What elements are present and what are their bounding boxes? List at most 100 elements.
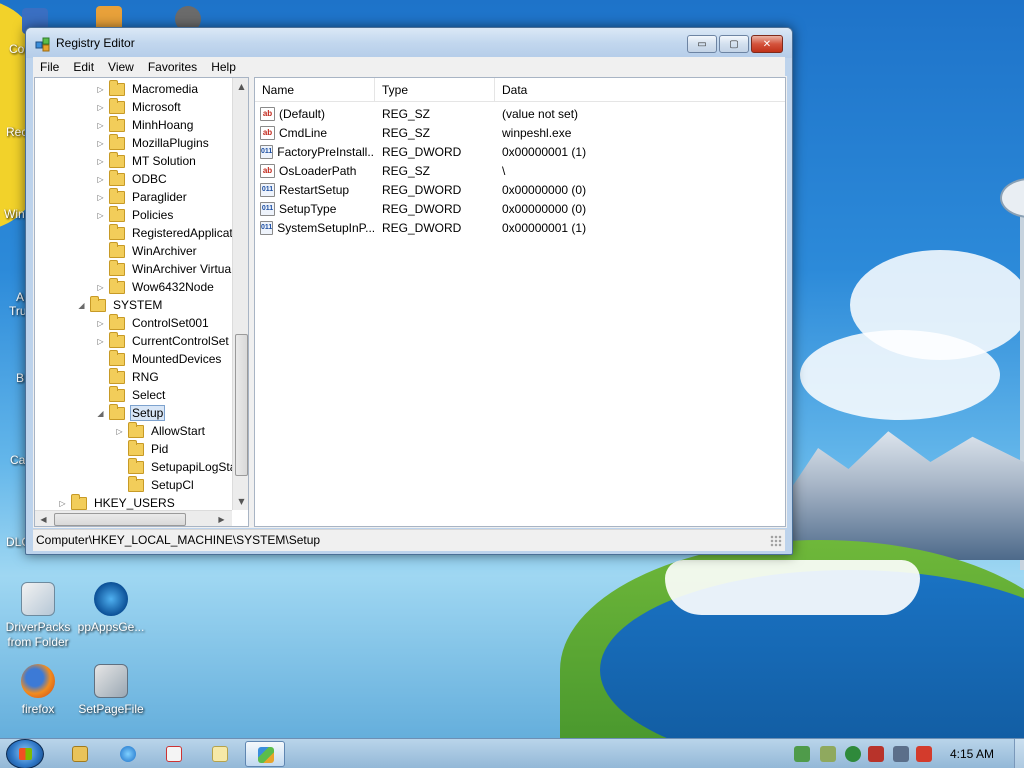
expand-icon[interactable]: ▷: [95, 282, 106, 293]
tree-item[interactable]: ▷ AllowStart: [114, 421, 207, 440]
menu-help[interactable]: Help: [204, 60, 243, 74]
windows-logo-icon: [19, 748, 32, 760]
value-name: CmdLine: [279, 125, 328, 140]
tree-item[interactable]: ▷ ControlSet001: [95, 313, 211, 332]
display-icon[interactable]: [893, 746, 909, 762]
expand-icon[interactable]: ▷: [95, 102, 106, 113]
expand-icon[interactable]: ▷: [95, 210, 106, 221]
expand-icon: [95, 372, 106, 383]
desktop-icon-ppapps[interactable]: ppAppsGe...: [73, 582, 149, 635]
expand-icon[interactable]: ▷: [95, 120, 106, 131]
tree-item[interactable]: WinArchiver: [95, 241, 199, 260]
scroll-up-icon[interactable]: ▲: [233, 78, 248, 95]
tree-item[interactable]: Select: [95, 385, 167, 404]
scroll-down-icon[interactable]: ▼: [233, 493, 248, 510]
tree-item[interactable]: Pid: [114, 439, 170, 458]
tree-horizontal-scrollbar[interactable]: ◀ ▶: [35, 510, 232, 526]
maximize-button[interactable]: ▢: [719, 35, 749, 53]
expand-icon: [114, 480, 125, 491]
tree-item[interactable]: ▷ MozillaPlugins: [95, 133, 211, 152]
maximize-icon: ▢: [729, 38, 739, 50]
value-type: REG_DWORD: [382, 144, 462, 159]
scroll-left-icon[interactable]: ◀: [35, 511, 52, 526]
taskbar-paint[interactable]: [154, 741, 194, 767]
media-player-icon[interactable]: [845, 746, 861, 762]
scroll-thumb[interactable]: [235, 334, 248, 476]
tree-vertical-scrollbar[interactable]: ▲ ▼: [232, 78, 248, 510]
expand-icon[interactable]: ▷: [95, 84, 106, 95]
value-name: SystemSetupInP...: [277, 220, 375, 235]
tree-item[interactable]: SetupapiLogSta: [114, 457, 238, 476]
tree-item[interactable]: RNG: [95, 367, 161, 386]
column-header-data[interactable]: Data: [495, 78, 785, 102]
tree-item[interactable]: ◢ SYSTEM: [76, 295, 164, 314]
collapse-icon[interactable]: ◢: [76, 300, 87, 311]
menu-file[interactable]: File: [33, 60, 66, 74]
value-name-cell: 011 SystemSetupInP...: [255, 220, 375, 235]
network-icon[interactable]: [794, 746, 810, 762]
value-row[interactable]: ab (Default) REG_SZ (value not set): [255, 104, 695, 123]
show-desktop-button[interactable]: [1014, 739, 1024, 768]
expand-icon[interactable]: ▷: [57, 498, 68, 509]
tray-app-icon[interactable]: [820, 746, 836, 762]
column-header-type[interactable]: Type: [375, 78, 495, 102]
tree-item[interactable]: SetupCl: [114, 475, 196, 494]
security-icon[interactable]: [868, 746, 884, 762]
expand-icon[interactable]: ▷: [114, 426, 125, 437]
tree-item-label: MT Solution: [132, 154, 196, 168]
value-row[interactable]: 011 SetupType REG_DWORD 0x00000000 (0): [255, 199, 695, 218]
taskbar-notepad[interactable]: [200, 741, 240, 767]
expand-icon[interactable]: ▷: [95, 336, 106, 347]
title-bar[interactable]: Registry Editor ▭ ▢ ✕: [26, 28, 792, 58]
tree-item[interactable]: ▷ Microsoft: [95, 97, 183, 116]
tree-item[interactable]: ▷ Policies: [95, 205, 175, 224]
desktop-icon-driverpacks[interactable]: DriverPacks from Folder: [0, 582, 76, 650]
values-list[interactable]: Name Type Data ab (Default) REG_SZ (valu…: [254, 77, 786, 527]
value-row[interactable]: ab OsLoaderPath REG_SZ \: [255, 161, 695, 180]
tree-item[interactable]: ▷ ODBC: [95, 169, 169, 188]
start-button[interactable]: [6, 739, 44, 768]
client-area: ▷ Macromedia ▷ Microsoft ▷ MinhHoang ▷ M…: [33, 76, 787, 528]
desktop-icon-firefox[interactable]: firefox: [0, 664, 76, 717]
tree-item[interactable]: ▷ MinhHoang: [95, 115, 195, 134]
regedit-icon: [258, 747, 274, 763]
expand-icon[interactable]: ▷: [95, 174, 106, 185]
minimize-button[interactable]: ▭: [687, 35, 717, 53]
resize-grip-icon[interactable]: [770, 535, 782, 547]
menu-edit[interactable]: Edit: [66, 60, 101, 74]
close-button[interactable]: ✕: [751, 35, 783, 53]
clock[interactable]: 4:15 AM: [936, 747, 1008, 761]
menu-favorites[interactable]: Favorites: [141, 60, 204, 74]
tree-item[interactable]: ▷ Wow6432Node: [95, 277, 216, 296]
tree-item[interactable]: WinArchiver Virtua: [95, 259, 233, 278]
value-row[interactable]: 011 RestartSetup REG_DWORD 0x00000000 (0…: [255, 180, 695, 199]
desktop-icon-setpagefile[interactable]: SetPageFile: [73, 664, 149, 717]
tree-item[interactable]: RegisteredApplicat: [95, 223, 235, 242]
tree-item[interactable]: ▷ CurrentControlSet: [95, 331, 231, 350]
expand-icon[interactable]: ▷: [95, 318, 106, 329]
volume-muted-icon[interactable]: [916, 746, 932, 762]
tree-item[interactable]: ▷ Paraglider: [95, 187, 189, 206]
explorer-icon: [72, 746, 88, 762]
tree-item-label: Wow6432Node: [132, 280, 214, 294]
tree-item[interactable]: MountedDevices: [95, 349, 223, 368]
value-row[interactable]: 011 FactoryPreInstall... REG_DWORD 0x000…: [255, 142, 695, 161]
tree-item[interactable]: ▷ MT Solution: [95, 151, 198, 170]
taskbar-internet-explorer[interactable]: [108, 741, 148, 767]
key-tree[interactable]: ▷ Macromedia ▷ Microsoft ▷ MinhHoang ▷ M…: [34, 77, 249, 527]
column-header-name[interactable]: Name: [255, 78, 375, 102]
menu-view[interactable]: View: [101, 60, 141, 74]
scroll-right-icon[interactable]: ▶: [213, 511, 230, 526]
tree-item-label: SetupCl: [151, 478, 194, 492]
taskbar-explorer[interactable]: [60, 741, 100, 767]
tree-item-selected[interactable]: ◢ Setup: [95, 403, 166, 422]
scroll-thumb[interactable]: [54, 513, 186, 526]
value-row[interactable]: 011 SystemSetupInP... REG_DWORD 0x000000…: [255, 218, 695, 237]
taskbar-regedit[interactable]: [245, 741, 285, 767]
expand-icon[interactable]: ▷: [95, 156, 106, 167]
tree-item[interactable]: ▷ Macromedia: [95, 79, 200, 98]
expand-icon[interactable]: ▷: [95, 138, 106, 149]
expand-icon[interactable]: ▷: [95, 192, 106, 203]
value-row[interactable]: ab CmdLine REG_SZ winpeshl.exe: [255, 123, 695, 142]
collapse-icon[interactable]: ◢: [95, 408, 106, 419]
